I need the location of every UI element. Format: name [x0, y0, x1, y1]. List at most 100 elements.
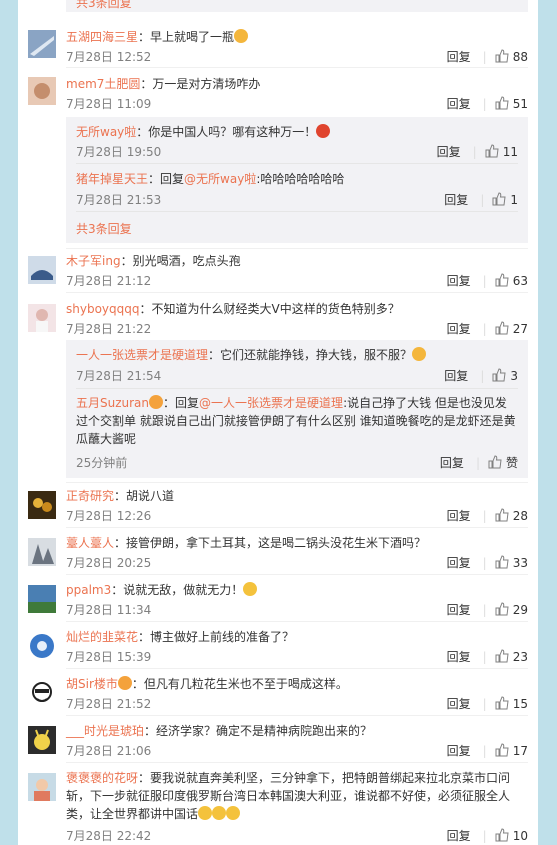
- like-button[interactable]: 27: [495, 321, 528, 336]
- avatar[interactable]: [28, 256, 56, 284]
- like-count: 27: [512, 322, 528, 336]
- tomato-emoji-icon: [316, 124, 331, 138]
- thumbs-up-icon: [495, 743, 509, 757]
- reply-button[interactable]: 回复: [447, 274, 471, 288]
- reply-button[interactable]: 回复: [447, 509, 471, 523]
- reply-button[interactable]: 回复: [447, 744, 471, 758]
- like-count: 1: [510, 193, 518, 207]
- thumbs-up-icon: [495, 96, 509, 110]
- commenter-name[interactable]: shyboyqqqq: [66, 302, 140, 316]
- like-count: 3: [510, 369, 518, 383]
- like-button[interactable]: 17: [495, 743, 528, 758]
- commenter-name[interactable]: 灿烂的韭菜花: [66, 630, 138, 644]
- comment-time: 7月28日 12:26: [66, 509, 152, 523]
- mention-link[interactable]: @无所way啦: [184, 172, 256, 186]
- like-button[interactable]: 1: [492, 192, 518, 207]
- like-button[interactable]: 28: [495, 508, 528, 523]
- like-button[interactable]: 3: [492, 368, 518, 383]
- like-count: 28: [512, 509, 528, 523]
- avatar[interactable]: [28, 77, 56, 105]
- like-button[interactable]: 23: [495, 649, 528, 664]
- commenter-name[interactable]: 褒褒褒的花呀: [66, 771, 138, 785]
- thumbs-up-icon: [492, 368, 506, 382]
- reply-button[interactable]: 回复: [444, 369, 468, 383]
- reply-button[interactable]: 回复: [447, 322, 471, 336]
- thumbs-up-icon: [495, 649, 509, 663]
- avatar[interactable]: [28, 30, 56, 58]
- like-button[interactable]: 51: [495, 96, 528, 111]
- commenter-name[interactable]: ___时光是琥珀: [66, 724, 144, 738]
- like-count: 赞: [505, 456, 518, 470]
- comment-time: 7月28日 21:06: [66, 744, 152, 758]
- comment-item: 正奇研究：胡说八道 7月28日 12:26 回复 | 28: [18, 487, 538, 527]
- reply-button[interactable]: 回复: [447, 603, 471, 617]
- avatar[interactable]: [28, 538, 56, 566]
- like-button[interactable]: 29: [495, 602, 528, 617]
- like-button[interactable]: 33: [495, 555, 528, 570]
- comment-text: ：经济学家？确定不是精神病院跑出来的？: [144, 724, 373, 738]
- more-replies-link[interactable]: 共3条回复: [76, 220, 518, 237]
- comment-time: 7月28日 11:34: [66, 603, 152, 617]
- like-count: 88: [512, 50, 528, 64]
- avatar[interactable]: [28, 585, 56, 613]
- avatar[interactable]: [28, 491, 56, 519]
- comment-item: 木子军ing：别光喝酒，吃点头孢 7月28日 21:12 回复 | 63: [18, 252, 538, 294]
- reply-button[interactable]: 回复: [440, 456, 464, 470]
- reply-text: ：它们还就能挣钱，挣大钱，服不服？: [208, 348, 413, 362]
- avatar[interactable]: [28, 632, 56, 660]
- commenter-name[interactable]: 无所way啦: [76, 125, 136, 139]
- reply-button[interactable]: 回复: [444, 193, 468, 207]
- thumbs-up-icon: [495, 321, 509, 335]
- commenter-name[interactable]: ppalm3: [66, 583, 111, 597]
- commenter-name[interactable]: 五月Suzuran: [76, 396, 149, 410]
- like-button[interactable]: 10: [495, 828, 528, 843]
- commenter-name[interactable]: 胡Sir楼市: [66, 677, 118, 691]
- like-count: 51: [512, 97, 528, 111]
- like-button[interactable]: 63: [495, 273, 528, 288]
- commenter-name[interactable]: 木子军ing: [66, 254, 121, 268]
- reply-box: 一人一张选票才是硬道理：它们还就能挣钱，挣大钱，服不服？ 7月28日 21:54…: [66, 340, 528, 478]
- grin-emoji-icon: [226, 806, 241, 820]
- avatar[interactable]: [28, 304, 56, 332]
- like-button[interactable]: 15: [495, 696, 528, 711]
- thumbs-up-icon: [495, 555, 509, 569]
- comment-text: ：接管伊朗，拿下土耳其，这是喝二锅头没花生米下酒吗？: [114, 536, 427, 550]
- avatar[interactable]: [28, 679, 56, 707]
- comment-text: ：胡说八道: [114, 489, 175, 503]
- commenter-name[interactable]: 猪年掉星天王: [76, 172, 148, 186]
- commenter-name[interactable]: mem7土肥圆: [66, 77, 140, 91]
- like-button[interactable]: 11: [485, 144, 518, 159]
- like-count: 29: [512, 603, 528, 617]
- commenter-name[interactable]: 五湖四海三星: [66, 30, 138, 44]
- reply-text-continued: :哈哈哈哈哈哈哈: [256, 172, 345, 186]
- reply-button[interactable]: 回复: [447, 829, 471, 843]
- comment-time: 7月28日 21:12: [66, 274, 152, 288]
- comment-item: 薹人薹人：接管伊朗，拿下土耳其，这是喝二锅头没花生米下酒吗？ 7月28日 20:…: [18, 534, 538, 574]
- comment-text: ：别光喝酒，吃点头孢: [120, 254, 241, 268]
- grin-emoji-icon: [212, 806, 227, 820]
- reply-text: ：你是中国人吗？哪有这种万一！: [136, 125, 317, 139]
- more-replies-link[interactable]: 共3条回复: [76, 0, 518, 11]
- reply-button[interactable]: 回复: [447, 556, 471, 570]
- reply-button[interactable]: 回复: [447, 650, 471, 664]
- reply-button[interactable]: 回复: [447, 697, 471, 711]
- reply-button[interactable]: 回复: [447, 50, 471, 64]
- comment-item: mem7土肥圆：万一是对方清场咋办 7月28日 11:09 回复 | 51: [18, 75, 538, 117]
- mention-link[interactable]: @一人一张选票才是硬道理: [199, 396, 343, 410]
- thumbs-up-icon: [495, 602, 509, 616]
- comment-time: 7月28日 21:22: [66, 322, 152, 336]
- thumbs-up-icon: [492, 192, 506, 206]
- commenter-name[interactable]: 正奇研究: [66, 489, 114, 503]
- avatar[interactable]: [28, 773, 56, 801]
- like-button[interactable]: 88: [495, 49, 528, 64]
- commenter-name[interactable]: 薹人薹人: [66, 536, 114, 550]
- like-count: 15: [512, 697, 528, 711]
- comment-time: 7月28日 11:09: [66, 97, 152, 111]
- commenter-name[interactable]: 一人一张选票才是硬道理: [76, 348, 208, 362]
- like-button[interactable]: 赞: [488, 455, 518, 470]
- reply-button[interactable]: 回复: [447, 97, 471, 111]
- comment-time: 7月28日 15:39: [66, 650, 152, 664]
- comment-panel: 共3条回复 五湖四海三星：早上就喝了一瓶 7月28日 12:52 回复 | 88 m…: [18, 0, 538, 845]
- avatar[interactable]: [28, 726, 56, 754]
- reply-button[interactable]: 回复: [437, 145, 461, 159]
